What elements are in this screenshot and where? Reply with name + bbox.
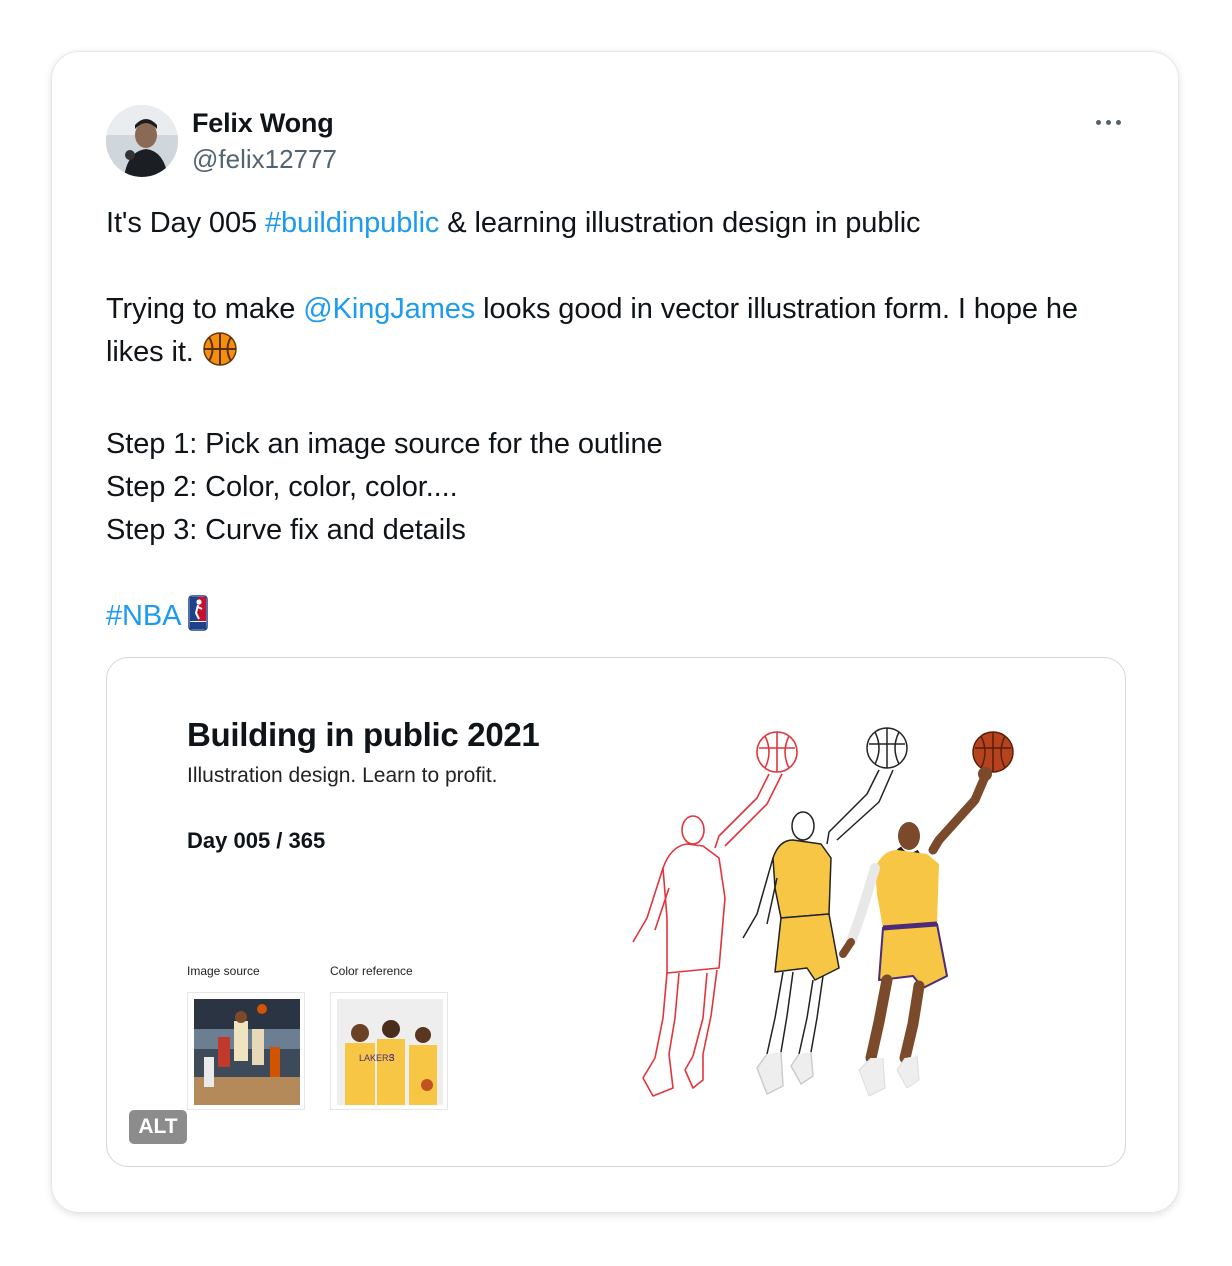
more-options-icon[interactable] [1094, 112, 1124, 132]
avatar[interactable] [106, 105, 178, 177]
alt-badge[interactable]: ALT [129, 1110, 187, 1144]
nba-logo-icon [187, 595, 208, 644]
tweet-text: It's Day 005 #buildinpublic & learning i… [106, 202, 1136, 644]
mention-kingjames[interactable]: @KingJames [303, 293, 475, 325]
hashtag-buildinpublic[interactable]: #buildinpublic [265, 207, 439, 239]
author-name[interactable]: Felix Wong [192, 108, 334, 139]
image-source-thumbnail [187, 992, 305, 1110]
tweet-card: Felix Wong @felix12777 It's Day 005 #bui… [51, 51, 1179, 1213]
color-reference-caption: Color reference [330, 964, 413, 978]
media-subtitle: Illustration design. Learn to profit. [187, 764, 498, 787]
tweet-steps: Step 1: Pick an image source for the out… [106, 428, 663, 546]
basketball-icon [202, 331, 238, 380]
author-handle[interactable]: @felix12777 [192, 144, 337, 175]
media-image[interactable]: Building in public 2021 Illustration des… [106, 657, 1126, 1167]
tweet-text-segment: It's Day 005 [106, 207, 265, 239]
tweet-text-segment: & learning illustration design in public [439, 207, 921, 239]
color-reference-thumbnail: LAKERS 3 [330, 992, 448, 1110]
lebron-illustration [632, 727, 1014, 1097]
media-day-counter: Day 005 / 365 [187, 828, 326, 853]
media-title: Building in public 2021 [187, 716, 540, 753]
svg-text:3: 3 [389, 1053, 395, 1064]
tweet-text-segment: Trying to make [106, 293, 304, 325]
hashtag-nba[interactable]: #NBA [106, 600, 180, 632]
image-source-caption: Image source [187, 964, 260, 978]
